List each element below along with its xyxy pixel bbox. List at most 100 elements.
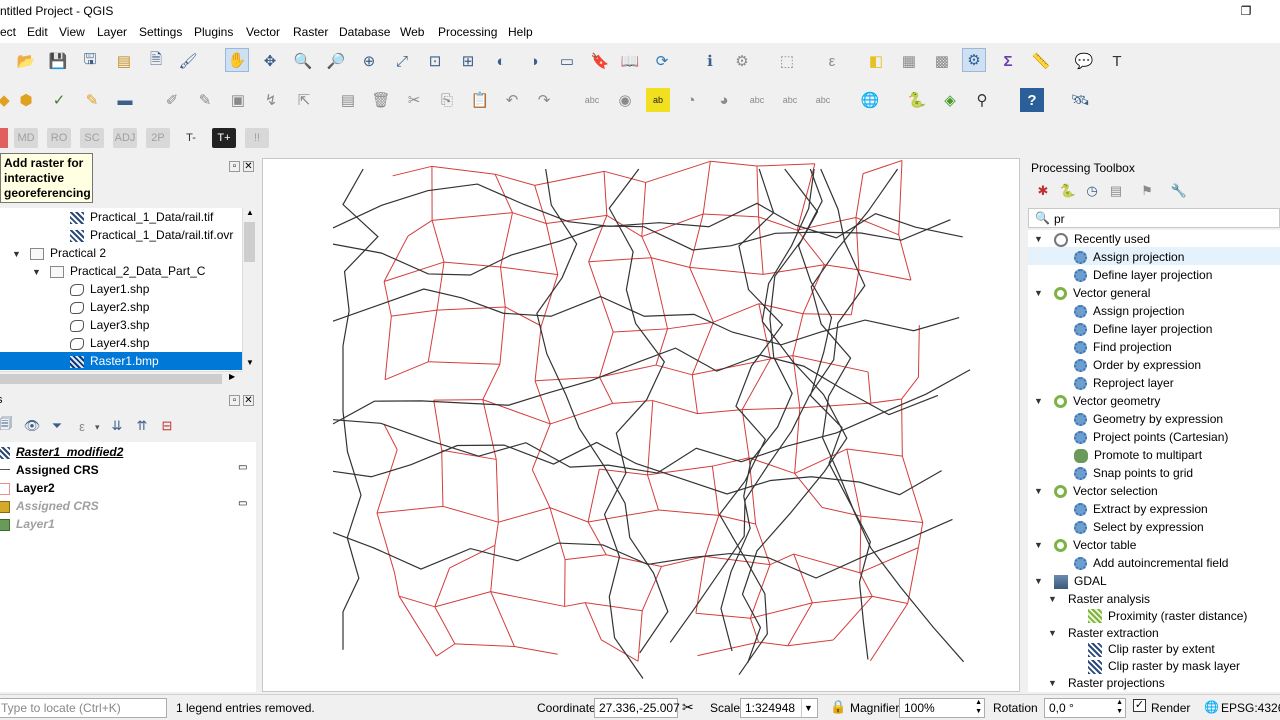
close-icon[interactable]: ✕ bbox=[243, 395, 254, 406]
style-manager-icon[interactable]: 🖌 bbox=[176, 49, 200, 73]
menu-help[interactable]: Help bbox=[508, 25, 533, 39]
lock-icon[interactable]: 🔒 bbox=[830, 699, 846, 715]
float-panel-icon[interactable]: ▫ bbox=[229, 395, 240, 406]
collapse-all-icon[interactable]: ⇈ bbox=[130, 414, 154, 438]
new-bookmark-icon[interactable]: 🔖 bbox=[588, 49, 612, 73]
field-calculator-icon[interactable]: ▩ bbox=[930, 49, 954, 73]
new-geopackage-icon[interactable]: ⬢ bbox=[14, 88, 38, 112]
python-console-icon[interactable]: 🐍 bbox=[905, 88, 929, 112]
chevron-down-icon[interactable]: ▾ bbox=[95, 422, 100, 433]
tree-item[interactable]: Snap points to grid bbox=[1074, 464, 1193, 482]
chevron-down-icon[interactable]: ▼ bbox=[1048, 678, 1057, 688]
render-checkbox[interactable]: ✓ bbox=[1133, 699, 1146, 712]
chevron-down-icon[interactable]: ▼ bbox=[1034, 288, 1043, 298]
tree-item[interactable]: Geometry by expression bbox=[1074, 410, 1223, 428]
magnifier-field[interactable]: 100% ▲ ▼ bbox=[899, 698, 985, 718]
list-item-selected[interactable]: Raster1.bmp bbox=[0, 352, 242, 370]
add-feature-icon[interactable]: ✎ bbox=[193, 88, 217, 112]
zoom-full-icon[interactable]: ⤢ bbox=[390, 49, 414, 73]
chevron-down-icon[interactable]: ▼ bbox=[801, 699, 815, 717]
georef-sc-button[interactable]: SC bbox=[80, 128, 104, 148]
pan-to-selection-icon[interactable]: ✥ bbox=[258, 49, 282, 73]
scale-field[interactable]: 1:324948 ▼ bbox=[740, 698, 818, 718]
digitize-icon[interactable]: ✐ bbox=[160, 88, 184, 112]
list-item[interactable]: Practical 2 bbox=[30, 244, 106, 262]
paste-icon[interactable]: 📋 bbox=[468, 88, 492, 112]
manage-map-themes-icon[interactable]: 👁 bbox=[20, 414, 44, 438]
satellite-icon[interactable]: 🛰 bbox=[1068, 88, 1092, 112]
chevron-down-icon[interactable]: ▼ bbox=[1048, 628, 1057, 638]
expand-all-icon[interactable]: ⇊ bbox=[105, 414, 129, 438]
plugin-layers-icon[interactable]: ◈ bbox=[938, 88, 962, 112]
layout-manager-icon[interactable]: 🗎 bbox=[144, 49, 168, 73]
chevron-down-icon[interactable]: ▼ bbox=[1034, 234, 1043, 244]
georef-2p-button[interactable]: 2P bbox=[146, 128, 170, 148]
pin-labels-icon[interactable]: ◉ bbox=[613, 88, 637, 112]
tree-item[interactable]: Define layer projection bbox=[1074, 266, 1212, 284]
restore-icon[interactable]: ❐ bbox=[1238, 3, 1254, 19]
select-by-value-icon[interactable]: ε bbox=[820, 49, 844, 73]
rotation-field[interactable]: 0,0 ° ▲ ▼ bbox=[1044, 698, 1126, 718]
history-icon[interactable]: ◷ bbox=[1080, 179, 1104, 203]
search-input[interactable]: 🔍 pr bbox=[1028, 208, 1280, 228]
tree-item[interactable]: Vector table bbox=[1054, 536, 1136, 554]
zoom-selection-icon[interactable]: ⊡ bbox=[423, 49, 447, 73]
modify-attributes-icon[interactable]: ▤ bbox=[336, 88, 360, 112]
chevron-down-icon[interactable]: ▼ bbox=[1034, 396, 1043, 406]
tree-item[interactable]: GDAL bbox=[1054, 572, 1107, 590]
zoom-last-icon[interactable]: ◐ bbox=[489, 49, 513, 73]
float-panel-icon[interactable]: ▫ bbox=[229, 161, 240, 172]
zoom-out-icon[interactable]: 🔎 bbox=[324, 49, 348, 73]
tree-item[interactable]: Select by expression bbox=[1074, 518, 1204, 536]
plugin-tool-icon[interactable]: ⚲ bbox=[970, 88, 994, 112]
tree-item[interactable]: Extract by expression bbox=[1074, 500, 1208, 518]
horizontal-scrollbar[interactable]: ▶ bbox=[0, 371, 242, 385]
locate-input[interactable]: Type to locate (Ctrl+K) bbox=[0, 698, 167, 718]
spinner-icon[interactable]: ▲ ▼ bbox=[1116, 698, 1123, 716]
cut-icon[interactable]: ✂ bbox=[402, 88, 426, 112]
menu-database[interactable]: Database bbox=[339, 25, 390, 39]
pan-map-icon[interactable]: ✋ bbox=[225, 48, 249, 72]
list-item[interactable]: Layer1.shp bbox=[70, 280, 149, 298]
map-tips-icon[interactable]: 💬 bbox=[1072, 49, 1096, 73]
label-icon[interactable]: abc bbox=[580, 88, 604, 112]
refresh-icon[interactable]: ⟳ bbox=[650, 49, 674, 73]
coordinate-field[interactable]: 27.336,-25.007 bbox=[594, 698, 680, 718]
toggle-extents-icon[interactable]: ✂ bbox=[682, 699, 694, 716]
chevron-down-icon[interactable]: ▼ bbox=[1034, 576, 1043, 586]
show-hide-labels-icon[interactable]: abc bbox=[778, 88, 802, 112]
layer-item[interactable]: Layer1 bbox=[0, 515, 55, 533]
close-icon[interactable]: ✕ bbox=[243, 161, 254, 172]
statistics-icon[interactable]: Σ bbox=[996, 49, 1020, 73]
scripts-icon[interactable]: 🐍 bbox=[1056, 179, 1080, 203]
tree-item[interactable]: Promote to multipart bbox=[1074, 446, 1202, 464]
tree-item[interactable]: Proximity (raster distance) bbox=[1088, 607, 1247, 625]
copy-icon[interactable]: ⎘ bbox=[435, 88, 459, 112]
save-project-icon[interactable]: 💾 bbox=[46, 49, 70, 73]
list-item[interactable]: Practical_1_Data/rail.tif.ovr bbox=[70, 226, 233, 244]
tree-item[interactable]: Clip raster by mask layer bbox=[1088, 657, 1240, 675]
menu-view[interactable]: View bbox=[59, 25, 85, 39]
globe-icon[interactable]: 🌐 bbox=[1204, 700, 1219, 714]
tree-item[interactable]: Add autoincremental field bbox=[1074, 554, 1228, 572]
scrollbar-thumb[interactable] bbox=[0, 374, 222, 384]
chevron-down-icon[interactable]: ▼ bbox=[1048, 594, 1057, 604]
new-map-view-icon[interactable]: ▭ bbox=[555, 49, 579, 73]
new-print-layout-icon[interactable]: ▤ bbox=[112, 49, 136, 73]
zoom-next-icon[interactable]: ◑ bbox=[522, 49, 546, 73]
tree-item[interactable]: Raster extraction bbox=[1068, 624, 1159, 642]
scroll-up-icon[interactable]: ▲ bbox=[246, 208, 254, 217]
undo-icon[interactable]: ↶ bbox=[500, 88, 524, 112]
list-item[interactable]: Layer4.shp bbox=[70, 334, 149, 352]
menu-plugins[interactable]: Plugins bbox=[194, 25, 233, 39]
tree-item[interactable]: Vector general bbox=[1054, 284, 1150, 302]
tree-item[interactable]: Vector geometry bbox=[1054, 392, 1160, 410]
scrollbar-thumb[interactable] bbox=[244, 222, 255, 262]
start-georef-icon[interactable] bbox=[0, 128, 8, 148]
georef-t-plus-button[interactable]: T+ bbox=[212, 128, 236, 148]
list-item[interactable]: Layer2.shp bbox=[70, 298, 149, 316]
current-edits-icon[interactable]: ✎ bbox=[80, 88, 104, 112]
georef-md-button[interactable]: MD bbox=[14, 128, 38, 148]
crs-label[interactable]: EPSG:4326 bbox=[1221, 701, 1280, 715]
zoom-layer-icon[interactable]: ⊞ bbox=[456, 49, 480, 73]
